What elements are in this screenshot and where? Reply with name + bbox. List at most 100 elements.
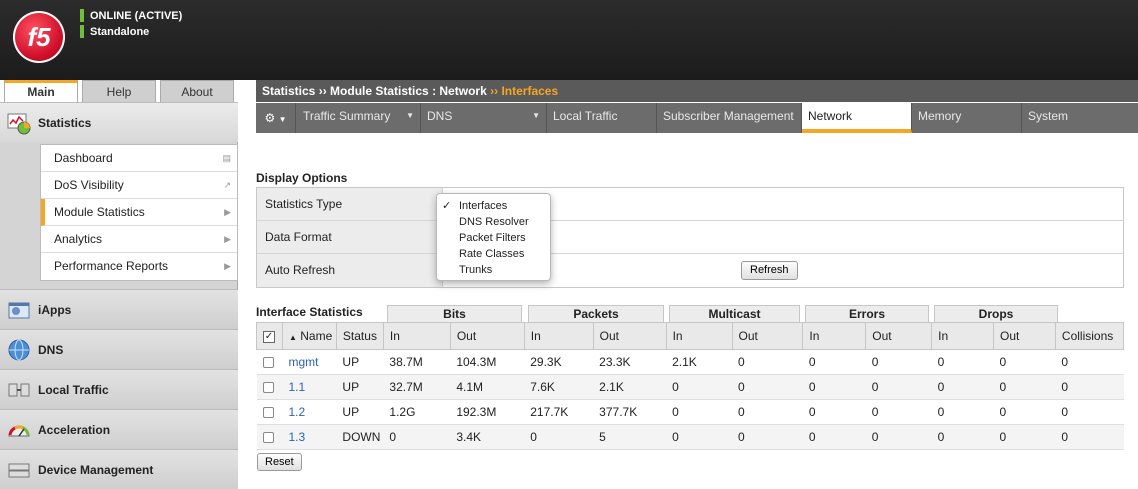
table-cell: 104.3M (450, 349, 525, 375)
popout-icon: ▤ (222, 153, 231, 163)
auto-refresh-row: Auto Refresh Refresh (257, 254, 1123, 287)
table-row: 1.3 DOWN 0 3.4K 0 5 0 0 0 0 0 0 0 (256, 424, 1124, 450)
row-checkbox[interactable] (256, 399, 283, 425)
col-bits-in[interactable]: In (382, 322, 451, 350)
table-cell: 0 (931, 349, 994, 375)
dropdown-option-packet-filters[interactable]: Packet Filters (437, 230, 550, 246)
col-errors-out[interactable]: Out (865, 322, 933, 350)
table-cell: 0 (802, 349, 866, 375)
nav-local-traffic[interactable]: Local Traffic (0, 369, 238, 409)
table-cell: 377.7K (593, 399, 667, 425)
nav-device-management[interactable]: Device Management (0, 449, 238, 489)
column-label: Out (872, 329, 892, 343)
group-header-multicast: Multicast (669, 305, 800, 322)
row-checkbox[interactable] (256, 374, 283, 400)
gauge-icon (6, 417, 32, 443)
table-cell: 0 (931, 374, 994, 400)
group-header-packets: Packets (528, 305, 664, 322)
table-cell: 0 (865, 424, 932, 450)
tab-system[interactable]: System (1022, 103, 1138, 133)
status-text: Standalone (90, 25, 150, 38)
interface-link[interactable]: 1.1 (288, 380, 305, 394)
interface-link[interactable]: mgmt (288, 355, 318, 369)
tab-about[interactable]: About (160, 80, 234, 102)
status-online: ONLINE (ACTIVE) (80, 9, 182, 22)
f5-logo[interactable]: f5 (13, 11, 65, 63)
dropdown-option-interfaces[interactable]: ✓ Interfaces (437, 198, 550, 214)
tab-memory[interactable]: Memory (912, 103, 1022, 133)
status-indicator-icon (80, 25, 84, 38)
breadcrumb-separator: ›› (318, 84, 327, 98)
col-status[interactable]: Status (335, 322, 384, 350)
header: f5 ONLINE (ACTIVE) Standalone (0, 0, 1138, 80)
dropdown-option-rate-classes[interactable]: Rate Classes (437, 246, 550, 262)
table-cell: 0 (1055, 424, 1124, 450)
breadcrumb-module-statistics[interactable]: Module Statistics : Network (330, 84, 487, 98)
breadcrumb-separator: ›› (490, 84, 499, 98)
dropdown-option-dns-resolver[interactable]: DNS Resolver (437, 214, 550, 230)
tab-label: Local Traffic (553, 109, 618, 123)
tab-help[interactable]: Help (82, 80, 156, 102)
tab-dns[interactable]: DNS ▼ (421, 103, 547, 133)
col-multicast-out[interactable]: Out (731, 322, 804, 350)
col-bits-out[interactable]: Out (449, 322, 525, 350)
table-cell: 0 (993, 349, 1056, 375)
reset-button[interactable]: Reset (257, 453, 302, 471)
nav-dns[interactable]: DNS (0, 329, 238, 369)
table-row: 1.2 UP 1.2G 192.3M 217.7K 377.7K 0 0 0 0… (256, 399, 1124, 425)
table-cell: 0 (802, 399, 866, 425)
statistics-submenu: Dashboard ▤ DoS Visibility ↗ Module Statis… (40, 144, 238, 281)
sidebar-item-dashboard[interactable]: Dashboard ▤ (41, 145, 237, 172)
col-multicast-in[interactable]: In (665, 322, 733, 350)
select-all-checkbox[interactable]: ✓ (256, 322, 283, 350)
table-cell: 4.1M (450, 374, 525, 400)
column-label: Status (342, 329, 377, 343)
refresh-button[interactable]: Refresh (741, 261, 798, 280)
table-cell: 5 (593, 424, 667, 450)
column-label: In (809, 329, 820, 343)
globe-icon (6, 337, 32, 363)
tab-main[interactable]: Main (4, 80, 78, 102)
sidebar-item-label: Analytics (54, 232, 103, 246)
col-collisions[interactable]: Collisions (1054, 322, 1125, 350)
col-name[interactable]: ▲ Name (281, 322, 337, 350)
sidebar-item-dos-visibility[interactable]: DoS Visibility ↗ (41, 172, 237, 199)
data-format-row: Data Format (257, 221, 1123, 254)
col-drops-in[interactable]: In (931, 322, 995, 350)
local-traffic-icon (6, 377, 32, 403)
sidebar-item-analytics[interactable]: Analytics ▶ (41, 226, 237, 253)
nav-statistics[interactable]: Statistics (0, 102, 238, 142)
checkbox-checked-icon: ✓ (263, 330, 275, 343)
breadcrumb-statistics[interactable]: Statistics (262, 84, 315, 98)
tab-subscriber-management[interactable]: Subscriber Management (657, 103, 802, 133)
row-checkbox[interactable] (256, 424, 283, 450)
table-cell: 0 (666, 424, 732, 450)
table-header-row: ✓ ▲ Name Status In Out In Out In Out In … (256, 322, 1125, 350)
sidebar-item-performance-reports[interactable]: Performance Reports ▶ (41, 253, 237, 280)
auto-refresh-label: Auto Refresh (257, 254, 443, 287)
breadcrumb-current: Interfaces (501, 84, 559, 98)
iapps-icon (6, 297, 32, 323)
tab-label: Subscriber Management (663, 109, 794, 123)
left-tabs: Main Help About (4, 80, 238, 102)
tab-network[interactable]: Network (802, 103, 912, 133)
col-errors-in[interactable]: In (802, 322, 867, 350)
nav-iapps[interactable]: iApps (0, 289, 238, 329)
interface-link[interactable]: 1.2 (288, 405, 305, 419)
table-cell: UP (336, 349, 384, 375)
table-cell: 0 (666, 374, 732, 400)
tab-traffic-summary[interactable]: Traffic Summary ▼ (297, 103, 421, 133)
col-packets-out[interactable]: Out (592, 322, 667, 350)
device-icon (6, 457, 32, 483)
sidebar-item-module-statistics[interactable]: Module Statistics ▶ (41, 199, 237, 226)
col-packets-in[interactable]: In (523, 322, 594, 350)
group-header-drops: Drops (934, 305, 1058, 322)
gear-menu-button[interactable]: ⚙ ▼ (256, 103, 296, 133)
dropdown-option-trunks[interactable]: Trunks (437, 262, 550, 278)
interface-link[interactable]: 1.3 (288, 430, 305, 444)
table-cell: 23.3K (593, 349, 667, 375)
row-checkbox[interactable] (256, 349, 283, 375)
nav-acceleration[interactable]: Acceleration (0, 409, 238, 449)
col-drops-out[interactable]: Out (993, 322, 1056, 350)
tab-local-traffic[interactable]: Local Traffic (547, 103, 657, 133)
